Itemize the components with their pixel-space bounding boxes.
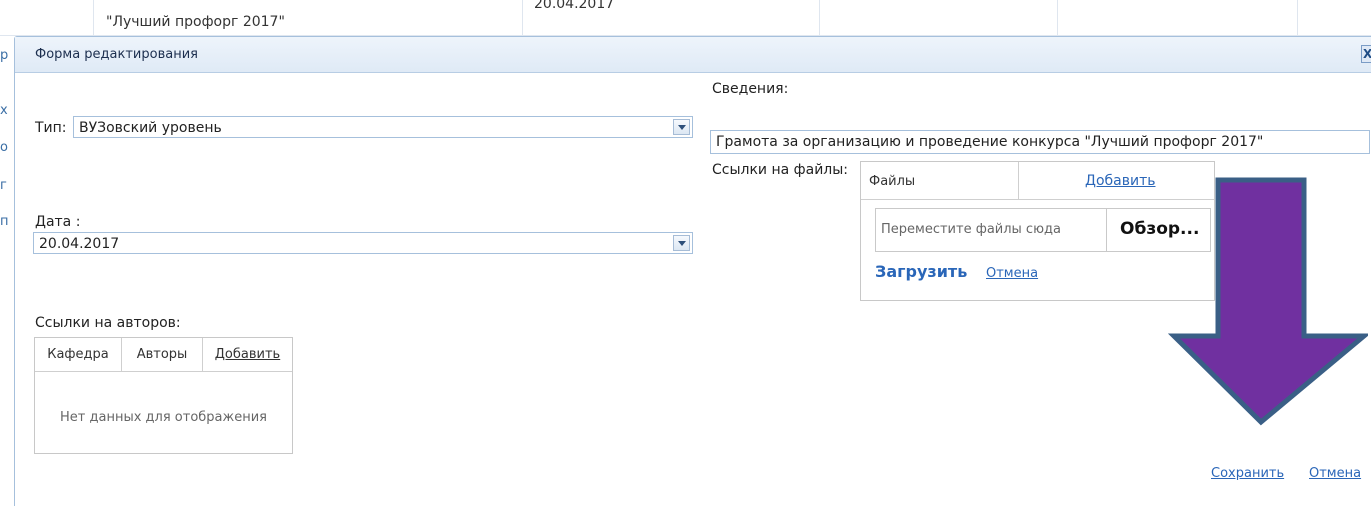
column-header-department[interactable]: Кафедра [35, 338, 122, 371]
type-dropdown-button[interactable] [673, 119, 690, 135]
type-value: ВУЗовский уровень [79, 120, 222, 136]
background-left-fragment: п [0, 214, 9, 229]
files-table-header: Файлы Добавить [861, 162, 1214, 200]
background-table-row: "Лучший профорг 2017" 20.04.2017 [0, 0, 1371, 36]
cancel-button[interactable]: Отмена [1309, 466, 1361, 481]
triangle-down-icon [678, 241, 686, 246]
background-left-fragment: х [0, 103, 8, 118]
close-icon[interactable]: X [1361, 45, 1371, 63]
files-panel: Файлы Добавить Переместите файлы сюда Об… [860, 161, 1215, 301]
column-header-files[interactable]: Файлы [861, 162, 1019, 199]
cancel-upload-link[interactable]: Отмена [986, 266, 1038, 281]
info-value: Грамота за организацию и проведение конк… [716, 134, 1264, 150]
drop-zone-placeholder: Переместите файлы сюда [881, 222, 1061, 237]
authors-label: Ссылки на авторов: [35, 315, 181, 331]
save-button[interactable]: Сохранить [1211, 466, 1284, 481]
background-left-fragment: р [0, 48, 9, 63]
info-textbox[interactable]: Грамота за организацию и проведение конк… [710, 130, 1370, 154]
date-value: 20.04.2017 [39, 236, 120, 252]
files-label: Ссылки на файлы: [712, 162, 849, 178]
background-left-fragment: г [0, 178, 7, 193]
authors-table: Кафедра Авторы Добавить Нет данных для о… [34, 337, 293, 454]
arrow-down-icon [1168, 177, 1368, 426]
date-combobox[interactable]: 20.04.2017 [33, 232, 693, 254]
background-cell [0, 0, 94, 36]
column-header-authors[interactable]: Авторы [122, 338, 203, 371]
drop-zone-divider [1106, 209, 1107, 251]
add-file-link[interactable]: Добавить [1085, 173, 1155, 189]
type-combobox[interactable]: ВУЗовский уровень [73, 116, 693, 138]
background-row-date: 20.04.2017 [534, 0, 615, 12]
file-drop-zone[interactable]: Переместите файлы сюда Обзор... [875, 208, 1211, 252]
upload-button[interactable]: Загрузить [875, 262, 967, 281]
popup-title: Форма редактирования [35, 47, 198, 62]
popup-header: Форма редактирования X [15, 37, 1371, 73]
background-cell [1058, 0, 1298, 36]
authors-table-header: Кафедра Авторы Добавить [35, 338, 292, 372]
type-label: Тип: [35, 120, 67, 136]
background-cell [820, 0, 1058, 36]
empty-data-message: Нет данных для отображения [60, 410, 267, 425]
triangle-down-icon [678, 125, 686, 130]
background-row-text: "Лучший профорг 2017" [106, 14, 285, 30]
background-left-fragment: о [0, 140, 8, 155]
date-dropdown-button[interactable] [673, 235, 690, 251]
info-label: Сведения: [712, 81, 789, 97]
date-label: Дата : [35, 214, 81, 230]
add-author-link[interactable]: Добавить [203, 338, 292, 371]
